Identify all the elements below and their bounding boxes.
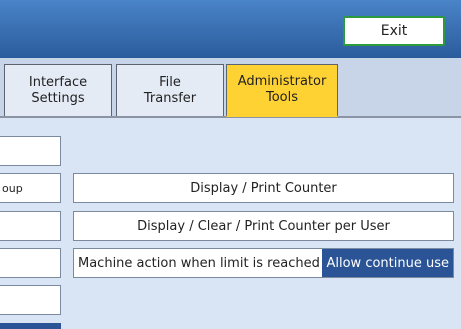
exit-button-label: Exit <box>380 23 408 39</box>
tab-file-transfer[interactable]: File Transfer <box>116 64 224 117</box>
left-menu-button[interactable] <box>0 285 61 315</box>
display-clear-print-counter-per-user-label: Display / Clear / Print Counter per User <box>137 218 390 234</box>
display-clear-print-counter-per-user-button[interactable]: Display / Clear / Print Counter per User <box>73 211 454 241</box>
tab-label-line2: Transfer <box>143 91 197 106</box>
machine-action-value: Allow continue use <box>322 249 453 277</box>
display-print-counter-button[interactable]: Display / Print Counter <box>73 173 454 203</box>
machine-action-label: Machine action when limit is reached <box>78 255 320 271</box>
left-menu-label: oup <box>2 181 23 195</box>
title-bar: Exit <box>0 0 461 58</box>
tab-label-line2: Tools <box>265 90 299 105</box>
tab-label-line1: Administrator <box>237 74 327 89</box>
left-menu-button[interactable] <box>0 211 61 241</box>
tab-label-line1: File <box>159 75 181 90</box>
tab-administrator-tools[interactable]: Administrator Tools <box>226 64 338 117</box>
display-print-counter-label: Display / Print Counter <box>190 180 337 196</box>
left-menu-button[interactable] <box>0 136 61 166</box>
exit-button[interactable]: Exit <box>343 16 445 46</box>
left-menu-button-selected[interactable] <box>0 323 61 329</box>
machine-action-when-limit-reached-button[interactable]: Machine action when limit is reached All… <box>73 248 454 278</box>
left-menu-button[interactable] <box>0 248 61 278</box>
left-menu-button[interactable]: oup <box>0 173 61 203</box>
tab-label-line2: Settings <box>31 91 85 106</box>
tab-label-line1: Interface <box>28 75 88 90</box>
tab-interface-settings[interactable]: Interface Settings <box>4 64 112 117</box>
